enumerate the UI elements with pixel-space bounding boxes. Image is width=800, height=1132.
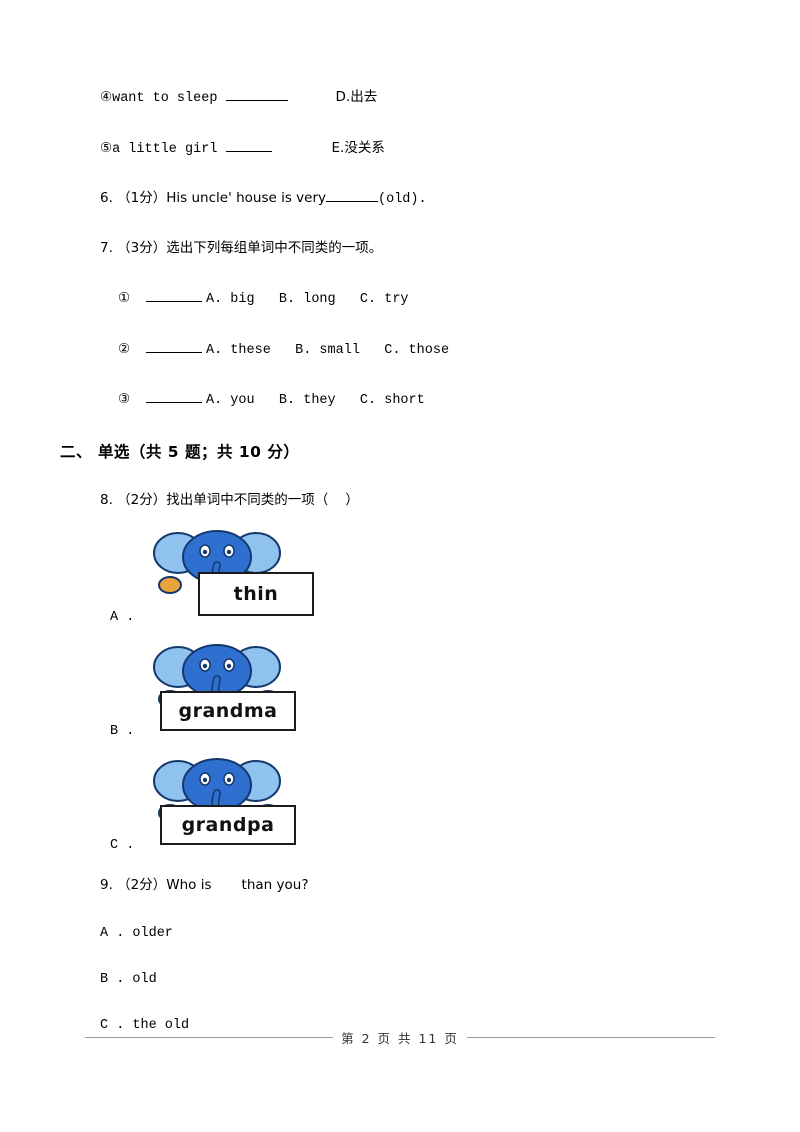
question-9-option-a[interactable]: A . older [100, 926, 700, 941]
option-number: ③ [118, 393, 131, 409]
answer-blank[interactable] [225, 139, 272, 152]
question-9-option-b[interactable]: B . old [100, 972, 700, 987]
question-6-text: 6. （1分）His uncle' house is very [100, 190, 326, 207]
footer-rule-right [455, 1037, 715, 1038]
option-text: A. these B. small C. those [206, 342, 450, 358]
option-word: thin [198, 572, 314, 617]
option-word: grandpa [160, 805, 296, 846]
answer-blank[interactable] [146, 289, 202, 303]
option-tag: B . [110, 724, 135, 740]
section-heading-2: 二、 单选（共 5 题；共 10 分） [60, 442, 300, 461]
option-word: grandma [160, 691, 296, 732]
option-text: A. you B. they C. short [206, 393, 425, 409]
option-number: ① [118, 292, 131, 308]
match-item-4-text: ④want to sleep [100, 91, 226, 106]
question-8-option-c[interactable]: C . grandpa [110, 755, 700, 855]
question-7-option-2: ② A. these B. small C. those [118, 340, 700, 360]
match-item-5-option: E.没关系 [331, 139, 385, 156]
option-text: A. big B. long C. try [206, 292, 409, 308]
answer-blank[interactable] [146, 390, 202, 404]
answer-blank[interactable] [225, 88, 288, 101]
match-item-4-option: D.出去 [335, 89, 378, 105]
document-page: ④want to sleep D.出去 ⑤a little girl E.没关系… [0, 0, 800, 1132]
page-content: ④want to sleep D.出去 ⑤a little girl E.没关系… [60, 88, 700, 1033]
question-7: 7. （3分）选出下列每组单词中不同类的一项。 [100, 240, 700, 258]
question-8-text: 8. （2分）找出单词中不同类的一项（ ） [100, 491, 359, 508]
option-tag: C . [110, 838, 135, 854]
option-image: grandma [148, 641, 308, 741]
option-text: A . older [100, 925, 173, 941]
option-number: ② [118, 342, 131, 358]
answer-blank[interactable] [146, 340, 202, 353]
page-footer: 第 2 页 共 11 页 [0, 1028, 800, 1047]
question-9: 9. （2分）Who is than you? [100, 877, 700, 895]
question-7-option-3: ③ A. you B. they C. short [118, 390, 700, 410]
option-text: B . old [100, 971, 157, 987]
page-number: 第 2 页 共 11 页 [333, 1028, 467, 1047]
option-tag: A . [110, 610, 135, 626]
match-item-4: ④want to sleep D.出去 [100, 88, 700, 108]
question-7-text: 7. （3分）选出下列每组单词中不同类的一项。 [100, 239, 383, 256]
option-image: grandpa [148, 755, 308, 855]
option-image: thin [148, 527, 314, 627]
question-8-option-a[interactable]: A . thin [110, 527, 700, 627]
question-8-option-b[interactable]: B . grandma [110, 641, 700, 741]
question-6: 6. （1分）His uncle' house is very (old). [100, 189, 700, 209]
question-9-text: 9. （2分）Who is than you? [100, 877, 309, 894]
question-8: 8. （2分）找出单词中不同类的一项（ ） [100, 492, 700, 510]
answer-blank[interactable] [326, 189, 378, 203]
question-7-option-1: ① A. big B. long C. try [118, 289, 700, 309]
footer-rule-left [85, 1037, 345, 1038]
match-item-5-text: ⑤a little girl [100, 141, 226, 157]
match-item-5: ⑤a little girl E.没关系 [100, 139, 700, 159]
question-6-tail: (old). [378, 192, 427, 208]
